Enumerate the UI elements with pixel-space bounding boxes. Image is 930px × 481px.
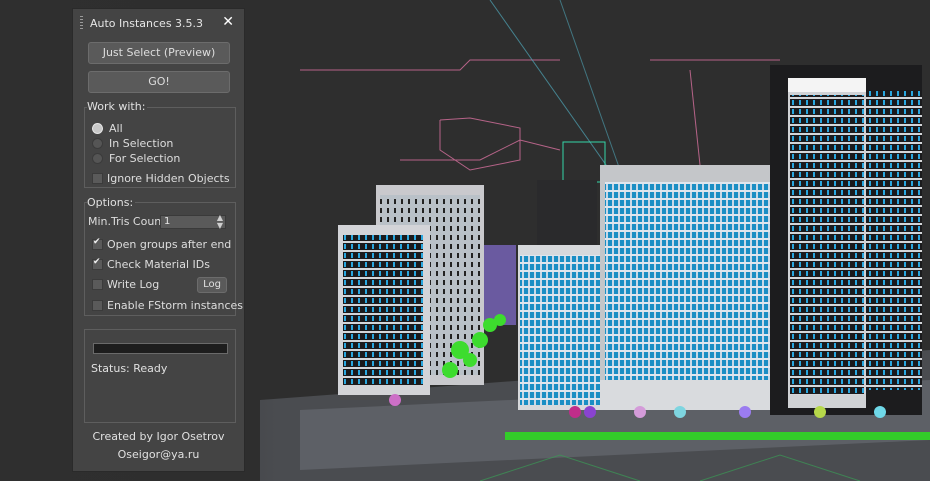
min-tris-label: Min.Tris Count xyxy=(88,215,166,228)
checkbox-icon[interactable] xyxy=(92,278,103,290)
radio-label: For Selection xyxy=(109,151,181,165)
checkbox-icon[interactable] xyxy=(92,299,103,311)
progress-bar xyxy=(93,343,228,354)
radio-button-icon[interactable] xyxy=(92,122,103,134)
close-icon[interactable]: ✕ xyxy=(222,14,234,30)
just-select-preview-button[interactable]: Just Select (Preview) xyxy=(88,42,230,64)
checkbox-icon[interactable] xyxy=(92,257,103,270)
fstorm-checkbox[interactable]: Enable FStorm instances xyxy=(92,298,243,312)
checkbox-label: Open groups after end xyxy=(107,237,232,251)
checkbox-label: Ignore Hidden Objects xyxy=(107,171,230,185)
radio-in-selection[interactable]: In Selection xyxy=(92,136,173,150)
checkbox-label: Enable FStorm instances xyxy=(107,298,243,312)
ignore-hidden-checkbox[interactable]: Ignore Hidden Objects xyxy=(92,171,230,185)
checkbox-icon[interactable] xyxy=(92,237,103,250)
radio-for-selection[interactable]: For Selection xyxy=(92,151,180,165)
checkbox-label: Check Material IDs xyxy=(107,257,210,271)
auto-instances-panel: Auto Instances 3.5.3 ✕ Just Select (Prev… xyxy=(72,8,245,472)
status-text: Status: Ready xyxy=(91,362,168,375)
radio-button-icon[interactable] xyxy=(92,152,103,164)
work-with-label: Work with: xyxy=(87,100,148,113)
radio-label: In Selection xyxy=(109,136,174,150)
go-button[interactable]: GO! xyxy=(88,71,230,93)
panel-titlebar[interactable]: Auto Instances 3.5.3 ✕ xyxy=(73,9,244,37)
drag-grip-icon[interactable] xyxy=(80,16,83,30)
write-log-checkbox[interactable]: Write Log xyxy=(92,277,159,291)
radio-label: All xyxy=(109,121,123,135)
checkbox-label: Write Log xyxy=(107,277,160,291)
open-groups-checkbox[interactable]: Open groups after end xyxy=(92,237,231,251)
panel-title: Auto Instances 3.5.3 xyxy=(90,17,204,30)
author-email[interactable]: Oseigor@ya.ru xyxy=(73,448,244,461)
author-credit: Created by Igor Osetrov xyxy=(92,430,225,443)
spinner-arrows-icon[interactable]: ▲ ▼ xyxy=(217,214,223,230)
radio-button-icon[interactable] xyxy=(92,137,103,149)
min-tris-value[interactable]: 1 xyxy=(164,216,170,227)
check-material-checkbox[interactable]: Check Material IDs xyxy=(92,257,210,271)
log-button[interactable]: Log xyxy=(197,277,227,293)
options-label: Options: xyxy=(87,196,136,209)
checkbox-icon[interactable] xyxy=(92,172,103,184)
min-tris-spinner[interactable]: 1 ▲ ▼ xyxy=(160,214,226,230)
radio-all[interactable]: All xyxy=(92,121,123,135)
